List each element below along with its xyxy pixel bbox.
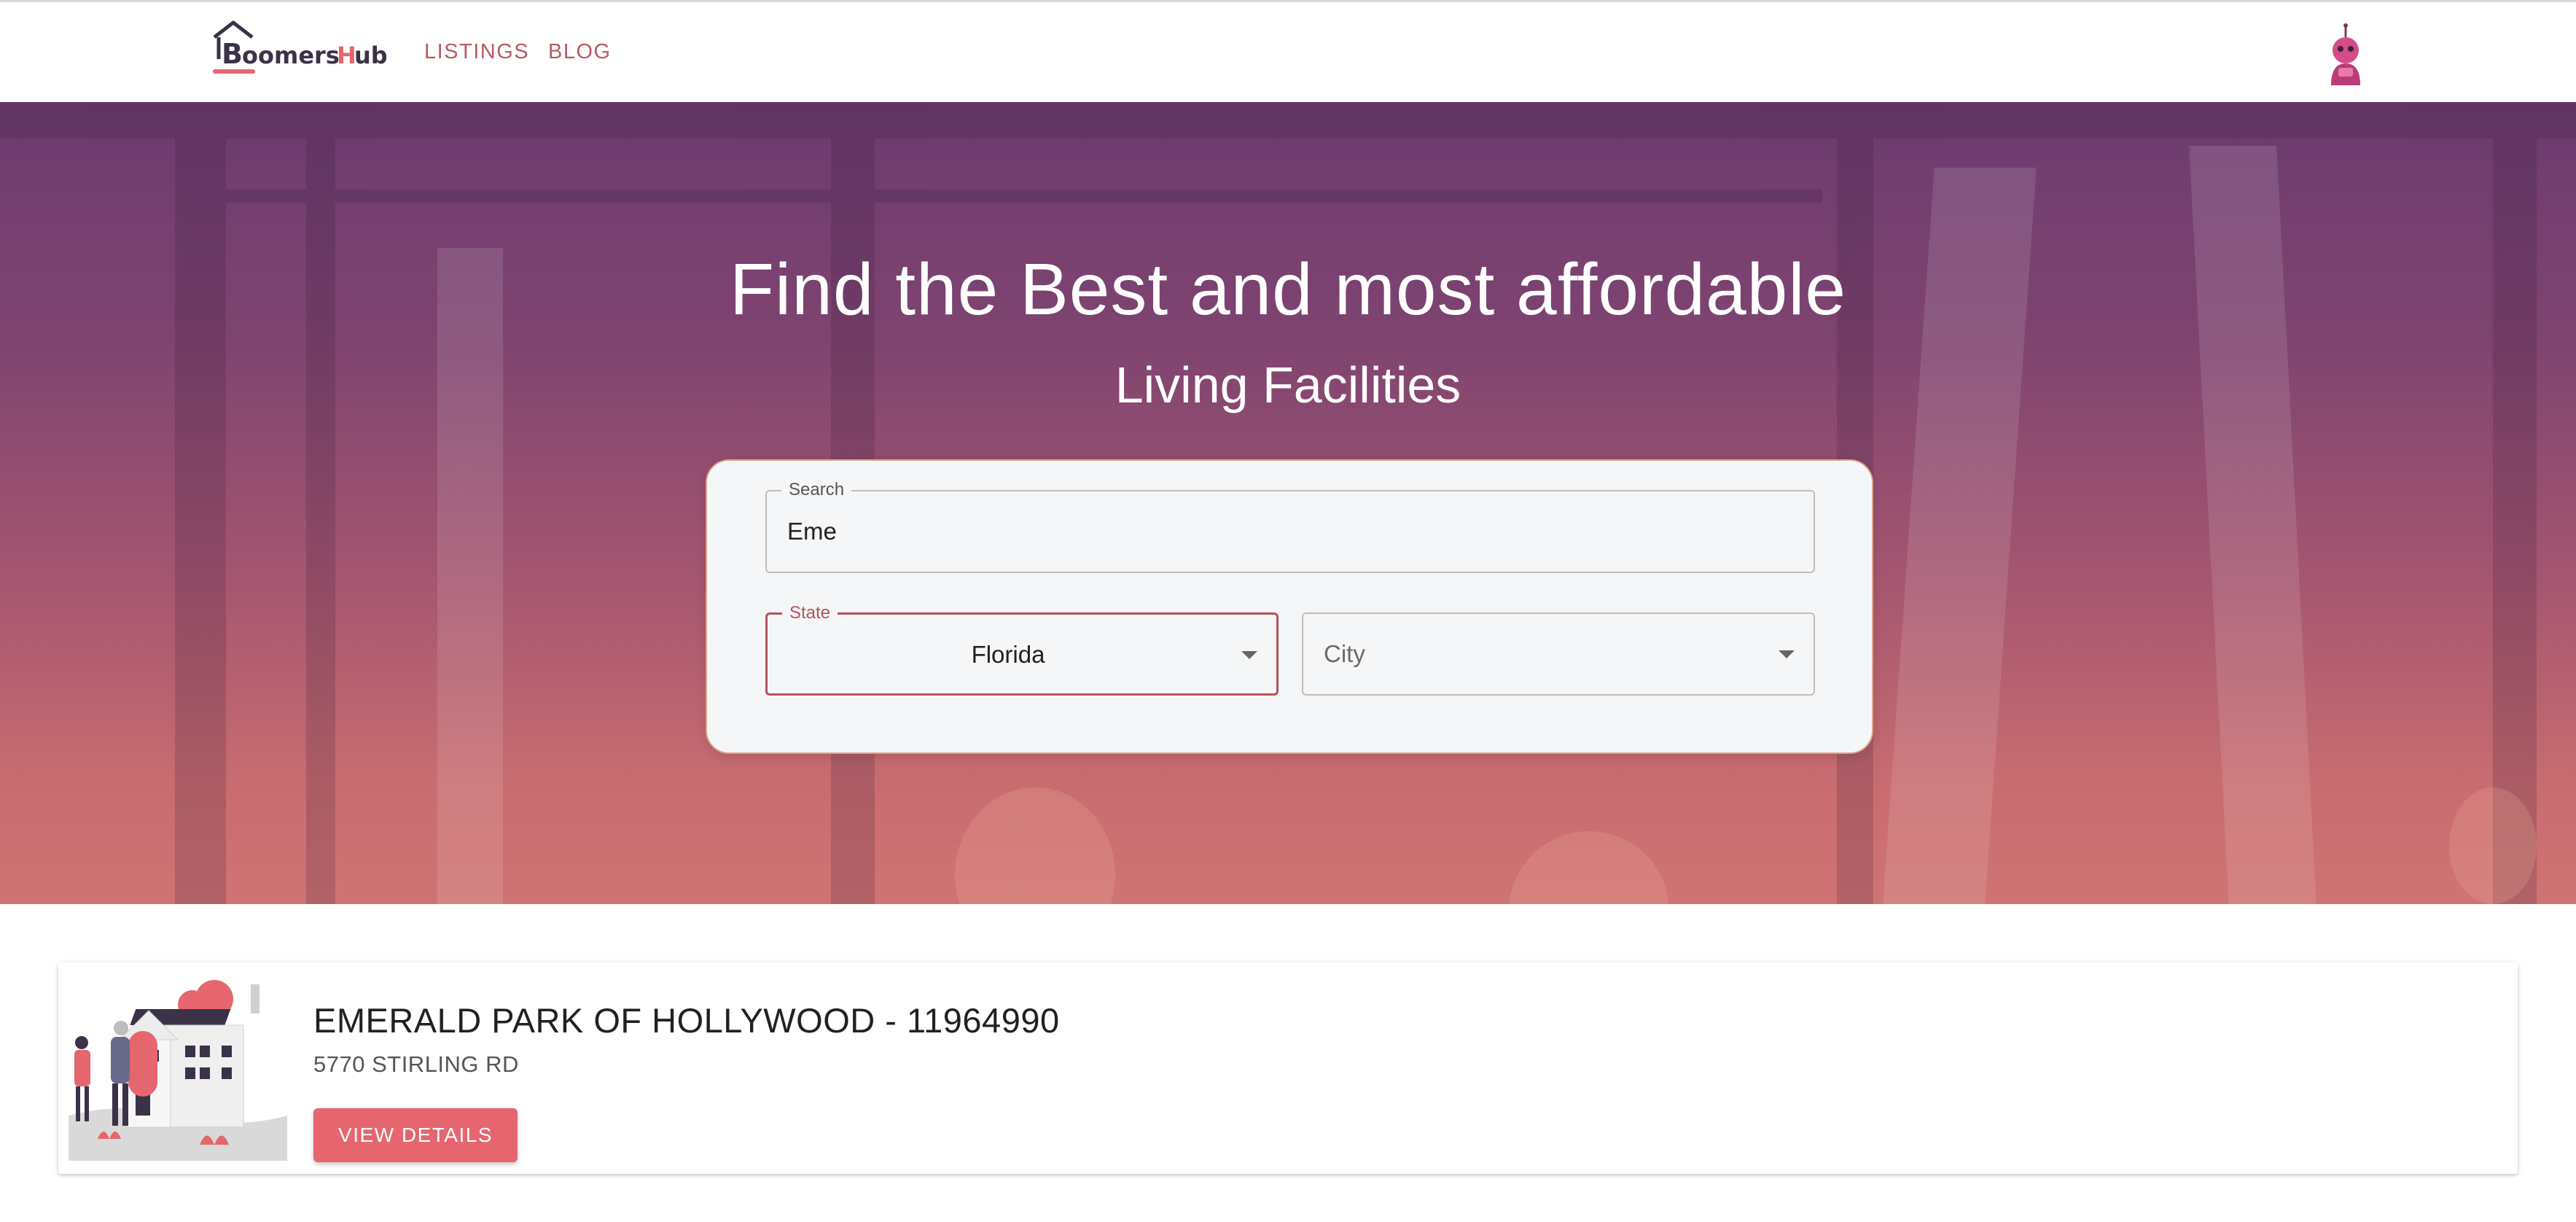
search-input-value: Eme [787, 518, 837, 545]
listing-card: EMERALD PARK OF HOLLYWOOD - 11964990 577… [58, 962, 2518, 1174]
hero-subtitle: Living Facilities [1115, 357, 1461, 413]
search-label: Search [781, 480, 852, 500]
nav-listings-link[interactable]: LISTINGS [424, 40, 529, 64]
state-label: State [782, 603, 838, 623]
svg-text:ub: ub [354, 42, 386, 69]
view-details-button[interactable]: VIEW DETAILS [313, 1108, 518, 1162]
svg-text:B: B [222, 38, 243, 70]
hero-banner: Find the Best and most affordable Living… [0, 102, 2576, 904]
city-select-placeholder: City [1324, 640, 1365, 667]
top-navigation-bar: B oomers H ub LISTINGS BLOG [0, 0, 2576, 102]
listing-title[interactable]: EMERALD PARK OF HOLLYWOOD - 11964990 [313, 1000, 1060, 1040]
robot-avatar-icon[interactable] [2324, 23, 2368, 85]
listing-address: 5770 STIRLING RD [313, 1051, 519, 1077]
house-couple-illustration [69, 970, 287, 1161]
hero-title: Find the Best and most affordable [729, 249, 1847, 330]
boomershub-logo[interactable]: B oomers H ub [211, 18, 386, 84]
chevron-down-icon [1779, 650, 1795, 658]
logo-icon: B oomers H ub [213, 20, 386, 74]
nav-blog-link[interactable]: BLOG [548, 40, 612, 64]
chevron-down-icon [1241, 651, 1257, 659]
city-select[interactable]: City [1302, 612, 1815, 696]
state-select-value: Florida [971, 641, 1045, 668]
svg-text:H: H [337, 42, 356, 69]
state-select[interactable]: State Florida [765, 603, 1279, 696]
search-card: Search Eme State Florida City [706, 459, 1873, 754]
search-input[interactable]: Search Eme [765, 480, 1815, 573]
svg-text:oomers: oomers [242, 42, 340, 69]
